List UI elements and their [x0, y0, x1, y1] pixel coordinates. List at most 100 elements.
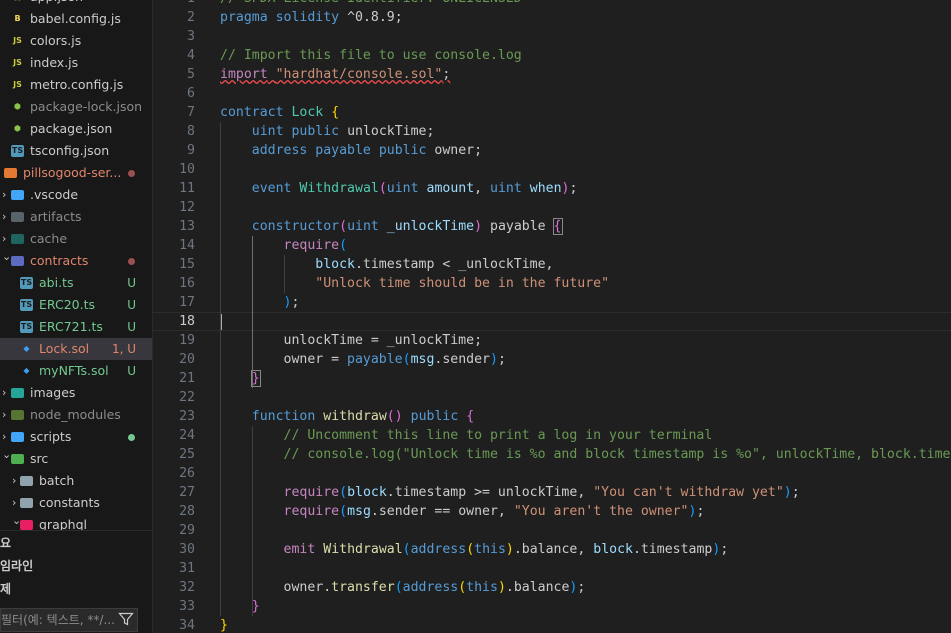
explorer-item-erc20-ts[interactable]: TS ERC20.ts U [0, 294, 152, 316]
chevron-right-icon[interactable]: › [2, 206, 10, 228]
code-line[interactable]: 29 [153, 521, 951, 540]
explorer-item-index-js[interactable]: JS index.js [0, 52, 152, 74]
js-file-icon: JS [13, 80, 22, 89]
code-line[interactable]: 17 ); [153, 293, 951, 312]
code-text: constructor(uint _unlockTime) payable { [251, 218, 563, 235]
code-line[interactable]: 31 [153, 559, 951, 578]
line-number: 8 [187, 124, 195, 139]
git-status-badge: U [127, 276, 136, 290]
js-file-icon: JS [13, 36, 22, 45]
explorer-item-tsconfig-json[interactable]: TS tsconfig.json [0, 140, 152, 162]
code-line[interactable]: 12 [153, 198, 951, 217]
explorer-item-package-json[interactable]: ⬢ package.json [0, 118, 152, 140]
code-line[interactable]: 34} [153, 616, 951, 633]
chevron-down-icon[interactable]: ⌄ [2, 246, 11, 268]
chevron-right-icon[interactable]: › [12, 470, 20, 492]
explorer-item-package-lock-json[interactable]: ⬢ package-lock.json [0, 96, 152, 118]
chevron-right-icon[interactable]: › [2, 382, 10, 404]
explorer-item-artifacts[interactable]: › artifacts [0, 206, 152, 228]
code-line[interactable]: 15 block.timestamp < _unlockTime, [153, 255, 951, 274]
line-number: 24 [179, 428, 195, 443]
code-line[interactable]: 1 // SPDX-License-Identifier: UNLICENSED [153, 0, 951, 8]
explorer-item-colors-js[interactable]: JS colors.js [0, 30, 152, 52]
explorer-item-node-modules[interactable]: › node_modules [0, 404, 152, 426]
line-number: 25 [179, 447, 195, 462]
folder-open-icon [11, 256, 24, 266]
filter-input[interactable]: 필터(예: 텍스트, **/... [0, 608, 138, 632]
code-line[interactable]: 18 [153, 312, 951, 331]
code-line[interactable]: 22 [153, 388, 951, 407]
code-text: } [250, 370, 261, 387]
code-text: } [220, 618, 228, 633]
chevron-right-icon[interactable]: › [2, 404, 10, 426]
sol-file-icon: ◆ [23, 366, 30, 375]
line-number: 23 [179, 409, 195, 424]
code-line[interactable]: 8 uint public unlockTime; [153, 122, 951, 141]
code-line[interactable]: 5 import "hardhat/console.sol"; [153, 65, 951, 84]
explorer-item-babel-config-js[interactable]: Bbabel.config.js [0, 8, 152, 30]
chevron-down-icon[interactable]: ⌄ [12, 510, 21, 532]
code-editor[interactable]: 1// SPDX-License-Identifier: UNLICENSED2… [153, 0, 951, 633]
code-line[interactable]: 27 require(block.timestamp >= unlockTime… [153, 483, 951, 502]
code-line[interactable]: 4 // Import this file to use console.log [153, 46, 951, 65]
explorer-item-pillsogood-ser-[interactable]: pillsogood-ser... [0, 162, 152, 184]
code-line[interactable]: 9 address payable public owner; [153, 141, 951, 160]
filter-icon[interactable] [118, 611, 134, 627]
code-line[interactable]: 25 // console.log("Unlock time is %o and… [153, 445, 951, 464]
code-text: function withdraw() public { [251, 409, 475, 424]
code-line[interactable]: 11 event Withdrawal(uint amount, uint wh… [153, 179, 951, 198]
explorer-item-mynfts-sol[interactable]: ◆ myNFTs.sol U [0, 360, 152, 382]
explorer-item-src[interactable]: ⌄ src [0, 448, 152, 470]
explorer-item--vscode[interactable]: › .vscode [0, 184, 152, 206]
code-line[interactable]: 20 owner = payable(msg.sender); [153, 350, 951, 369]
code-text: // console.log("Unlock time is %o and bl… [283, 447, 951, 462]
code-line[interactable]: 32 owner.transfer(address(this).balance)… [153, 578, 951, 597]
line-number: 16 [179, 276, 195, 291]
code-line[interactable]: 16 "Unlock time should be in the future" [153, 274, 951, 293]
line-number: 10 [179, 162, 195, 177]
explorer-item-app-json[interactable]: {} app.json [0, 0, 152, 8]
code-line[interactable]: 14 require( [153, 236, 951, 255]
code-line[interactable]: 30 emit Withdrawal(address(this).balance… [153, 540, 951, 559]
explorer-item-label: tsconfig.json [30, 143, 110, 158]
code-line[interactable]: 26 [153, 464, 951, 483]
indent-guide [283, 255, 285, 293]
code-line[interactable]: 21 } [153, 369, 951, 388]
explorer-item-constants[interactable]: › constants [0, 492, 152, 514]
code-line[interactable]: 24 // Uncomment this line to print a log… [153, 426, 951, 445]
code-line[interactable]: 2 pragma solidity ^0.8.9; [153, 8, 951, 27]
explorer-item-label: .vscode [30, 187, 79, 202]
code-line[interactable]: 3 [153, 27, 951, 46]
explorer-item-batch[interactable]: › batch [0, 470, 152, 492]
code-text: uint public unlockTime; [251, 124, 435, 139]
explorer-item-scripts[interactable]: › scripts [0, 426, 152, 448]
folder-scripts-icon [11, 432, 24, 442]
code-line[interactable]: 13 constructor(uint _unlockTime) payable… [153, 217, 951, 236]
line-number: 6 [187, 86, 195, 101]
code-line[interactable]: 33 } [153, 597, 951, 616]
line-number: 12 [179, 200, 195, 215]
explorer-item-abi-ts[interactable]: TS abi.ts U [0, 272, 152, 294]
code-line[interactable]: 28 require(msg.sender == owner, "You are… [153, 502, 951, 521]
explorer-item-label: pillsogood-ser... [23, 165, 122, 180]
explorer-item-lock-sol[interactable]: ◆ Lock.sol 1, U [0, 338, 152, 360]
section-timeline-header[interactable]: 임라인 [0, 557, 33, 574]
code-line[interactable]: 6 [153, 84, 951, 103]
chevron-right-icon[interactable]: › [2, 184, 10, 206]
line-number: 13 [179, 219, 195, 234]
section-problems-header[interactable]: 제 [0, 580, 11, 597]
code-lines: 1// SPDX-License-Identifier: UNLICENSED2… [153, 0, 951, 633]
code-line[interactable]: 7 contract Lock { [153, 103, 951, 122]
explorer-item-metro-config-js[interactable]: JS metro.config.js [0, 74, 152, 96]
code-line[interactable]: 19 unlockTime = _unlockTime; [153, 331, 951, 350]
explorer-item-label: constants [39, 495, 100, 510]
explorer-item-contracts[interactable]: ⌄ contracts [0, 250, 152, 272]
code-line[interactable]: 10 [153, 160, 951, 179]
explorer-item-images[interactable]: › images [0, 382, 152, 404]
explorer-item-cache[interactable]: › cache [0, 228, 152, 250]
section-outline-header[interactable]: 요 [0, 534, 11, 551]
explorer-item-erc721-ts[interactable]: TS ERC721.ts U [0, 316, 152, 338]
code-line[interactable]: 23 function withdraw() public { [153, 407, 951, 426]
chevron-down-icon[interactable]: ⌄ [2, 444, 11, 466]
line-number: 31 [179, 561, 195, 576]
